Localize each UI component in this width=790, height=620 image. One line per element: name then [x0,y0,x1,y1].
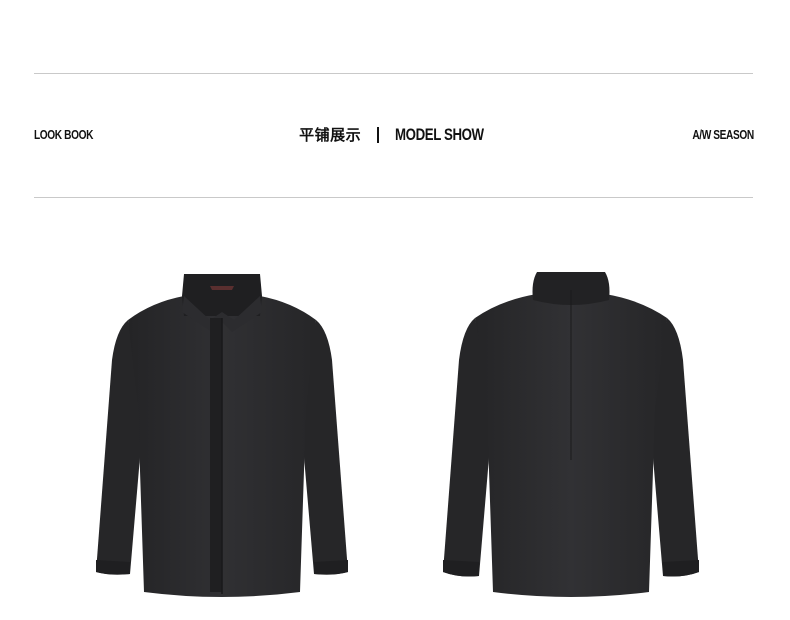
title-separator [377,126,380,143]
jacket-front-image [92,260,352,605]
bottom-divider-line [34,197,753,198]
season-label: A/W SEASON [692,127,755,142]
section-title-en: MODEL SHOW [395,124,484,144]
top-divider-line [34,73,753,74]
jacket-back-image [441,260,701,605]
section-title-cn: 平铺展示 [299,126,362,144]
section-title: 平铺展示 MODEL SHOW [0,124,790,145]
